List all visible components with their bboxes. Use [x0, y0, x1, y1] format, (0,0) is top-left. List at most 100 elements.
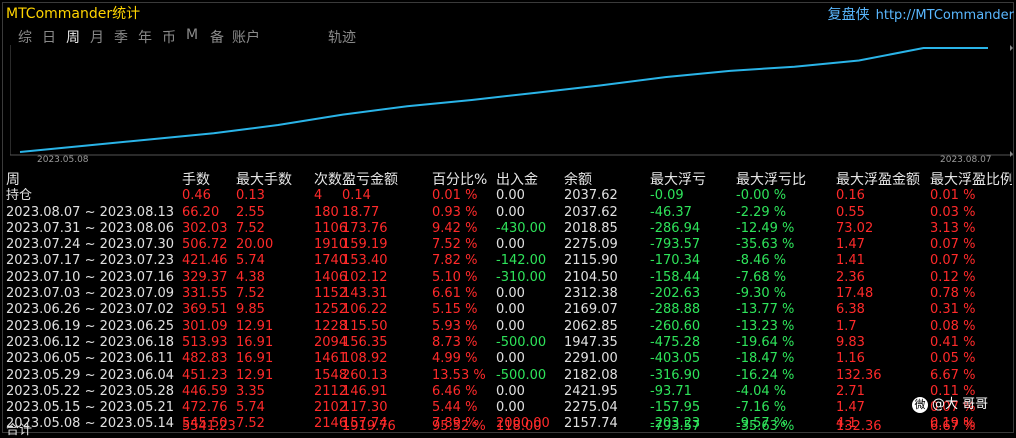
table-cell: 16.91	[236, 351, 274, 367]
table-cell: 7.52 %	[432, 237, 478, 253]
column-header[interactable]: 百分比%	[432, 172, 498, 188]
table-cell: 6.38	[836, 302, 865, 318]
table-row[interactable]: 2023.07.10 ~ 2023.07.16 329.37 4.38 1406 102…	[6, 270, 1012, 286]
column-header[interactable]: 最大浮盈金额	[836, 172, 928, 188]
table-cell: 301.09	[182, 318, 228, 334]
table-cell: 6.67 %	[930, 367, 976, 383]
table-row[interactable]: 2023.06.26 ~ 2023.07.02 369.51 9.85 1252 106…	[6, 302, 1012, 318]
column-header[interactable]: 盈亏金额	[342, 172, 432, 188]
table-cell: 1.41	[836, 253, 865, 269]
table-cell: 12.91	[236, 318, 274, 334]
table-cell: 5.10 %	[432, 269, 478, 285]
table-cell: 18.77	[342, 204, 380, 220]
table-cell: 2.55	[236, 204, 265, 220]
table-row[interactable]: 2023.06.05 ~ 2023.06.11 482.83 16.91 1461 10…	[6, 351, 1012, 367]
table-cell: 2312.38	[564, 286, 618, 302]
table-row[interactable]: 2023.08.07 ~ 2023.08.13 66.20 2.55 180 18.77…	[6, 205, 1012, 221]
column-header[interactable]: 周	[6, 172, 176, 188]
table-cell: 2291.00	[564, 351, 618, 367]
table-cell: -500.00	[496, 334, 547, 350]
tab-0[interactable]: 综	[18, 27, 32, 47]
tab-9[interactable]: 账户	[232, 27, 260, 47]
table-cell: -142.00	[496, 253, 547, 269]
tab-6[interactable]: 币	[162, 27, 176, 47]
brand-header: 复盘侠 http://MTCommander	[824, 4, 1014, 24]
tab-2[interactable]: 周	[66, 27, 80, 47]
table-cell: 2037.62	[564, 188, 618, 204]
table-cell: 2115.90	[564, 253, 618, 269]
summary-cell: 1919.76	[342, 419, 396, 434]
table-row[interactable]: 2023.07.17 ~ 2023.07.23 421.46 5.74 1740 153…	[6, 253, 1012, 269]
table-cell: 2023.07.03 ~ 2023.07.09	[6, 286, 175, 302]
watermark: 微 @大 哥哥	[912, 393, 988, 413]
tab-5[interactable]: 年	[138, 27, 152, 47]
table-cell: -475.28	[650, 334, 701, 350]
summary-cell: 6.67 %	[930, 419, 976, 434]
summary-cell: 合计	[6, 423, 33, 438]
table-cell: 9.83	[836, 334, 865, 350]
column-header[interactable]: 最大浮亏比	[736, 172, 826, 188]
table-cell: 4.99 %	[432, 351, 478, 367]
tab-8[interactable]: 备	[210, 27, 224, 47]
table-row[interactable]: 2023.07.31 ~ 2023.08.06 302.03 7.52 1106 173…	[6, 221, 1012, 237]
tab-7[interactable]: M	[186, 27, 198, 43]
table-row[interactable]: 2023.05.29 ~ 2023.06.04 451.23 12.91 1548 26…	[6, 368, 1012, 384]
column-header[interactable]: 出入金	[496, 172, 562, 188]
table-cell: -0.09	[650, 188, 684, 204]
table-cell: 8.73 %	[432, 334, 478, 350]
table-row[interactable]: 2023.07.03 ~ 2023.07.09 331.55 7.52 1152 143…	[6, 286, 1012, 302]
table-cell: 7.82 %	[432, 253, 478, 269]
tab-4[interactable]: 季	[114, 27, 128, 47]
table-cell: -2.29 %	[736, 204, 787, 220]
table-cell: -13.77 %	[736, 302, 795, 318]
table-cell: -16.24 %	[736, 367, 795, 383]
table-cell: 0.00	[496, 302, 525, 318]
tab-1[interactable]: 日	[42, 27, 56, 47]
table-cell: -9.30 %	[736, 286, 787, 302]
table-row[interactable]: 2023.06.19 ~ 2023.06.25 301.09 12.91 1228 11…	[6, 319, 1012, 335]
table-cell: 0.07 %	[930, 237, 976, 253]
column-header[interactable]: 最大手数	[236, 172, 310, 188]
table-cell: 0.00	[496, 204, 525, 220]
table-cell: 102.12	[342, 269, 388, 285]
table-cell: 2421.95	[564, 383, 618, 399]
table-cell: -7.68 %	[736, 269, 787, 285]
table-cell: 159.19	[342, 237, 388, 253]
column-header[interactable]: 余额	[564, 172, 644, 188]
column-header[interactable]: 最大浮盈比例	[930, 172, 1012, 188]
table-cell: 0.01 %	[930, 188, 976, 204]
table-row[interactable]: 2023.07.24 ~ 2023.07.30 506.72 20.00 1910 15…	[6, 237, 1012, 253]
table-cell: 0.31 %	[930, 302, 976, 318]
table-row[interactable]: 2023.06.12 ~ 2023.06.18 513.93 16.91 2094 15…	[6, 335, 1012, 351]
table-cell: -288.88	[650, 302, 701, 318]
table-cell: 0.08 %	[930, 318, 976, 334]
table-row[interactable]: 持仓 0.46 0.13 4 0.14 0.01 % 0.00 2037.62 -0.09 -0.…	[6, 188, 1012, 204]
table-cell: 1947.35	[564, 334, 618, 350]
stats-table: 周手数 最大手数 次数 盈亏金额 百分比% 出入金 余额 最大浮亏 最大浮亏比 最大浮盈金额 最大浮…	[6, 172, 1012, 433]
table-cell: -157.95	[650, 400, 701, 416]
table-cell: 66.20	[182, 204, 220, 220]
table-cell: 7.52	[236, 220, 265, 236]
table-row[interactable]: 2023.05.15 ~ 2023.05.21 472.76 5.74 2102 117…	[6, 400, 1012, 416]
table-row[interactable]: 2023.05.22 ~ 2023.05.28 446.59 3.35 2112 146…	[6, 384, 1012, 400]
table-cell: 0.00	[496, 286, 525, 302]
table-cell: 421.46	[182, 253, 228, 269]
table-cell: 2018.85	[564, 220, 618, 236]
table-cell: 0.00	[496, 318, 525, 334]
table-cell: -35.63 %	[736, 237, 795, 253]
brand-url[interactable]: http://MTCommander	[876, 8, 1014, 23]
watermark-text: @大 哥哥	[932, 397, 989, 412]
tab-3[interactable]: 月	[90, 27, 104, 47]
chart-right-marker-bottom	[1010, 151, 1013, 157]
table-cell: 73.02	[836, 220, 874, 236]
table-cell: 0.07 %	[930, 253, 976, 269]
summary-cell: 5541.23	[182, 419, 236, 434]
column-header[interactable]: 手数	[182, 172, 238, 188]
table-cell: -46.37	[650, 204, 692, 220]
table-cell: 5.93 %	[432, 318, 478, 334]
table-cell: -500.00	[496, 367, 547, 383]
table-cell: 0.00	[496, 188, 525, 204]
table-cell: 12.91	[236, 367, 274, 383]
column-header[interactable]: 最大浮亏	[650, 172, 734, 188]
tab-10[interactable]: 轨迹	[328, 27, 356, 47]
